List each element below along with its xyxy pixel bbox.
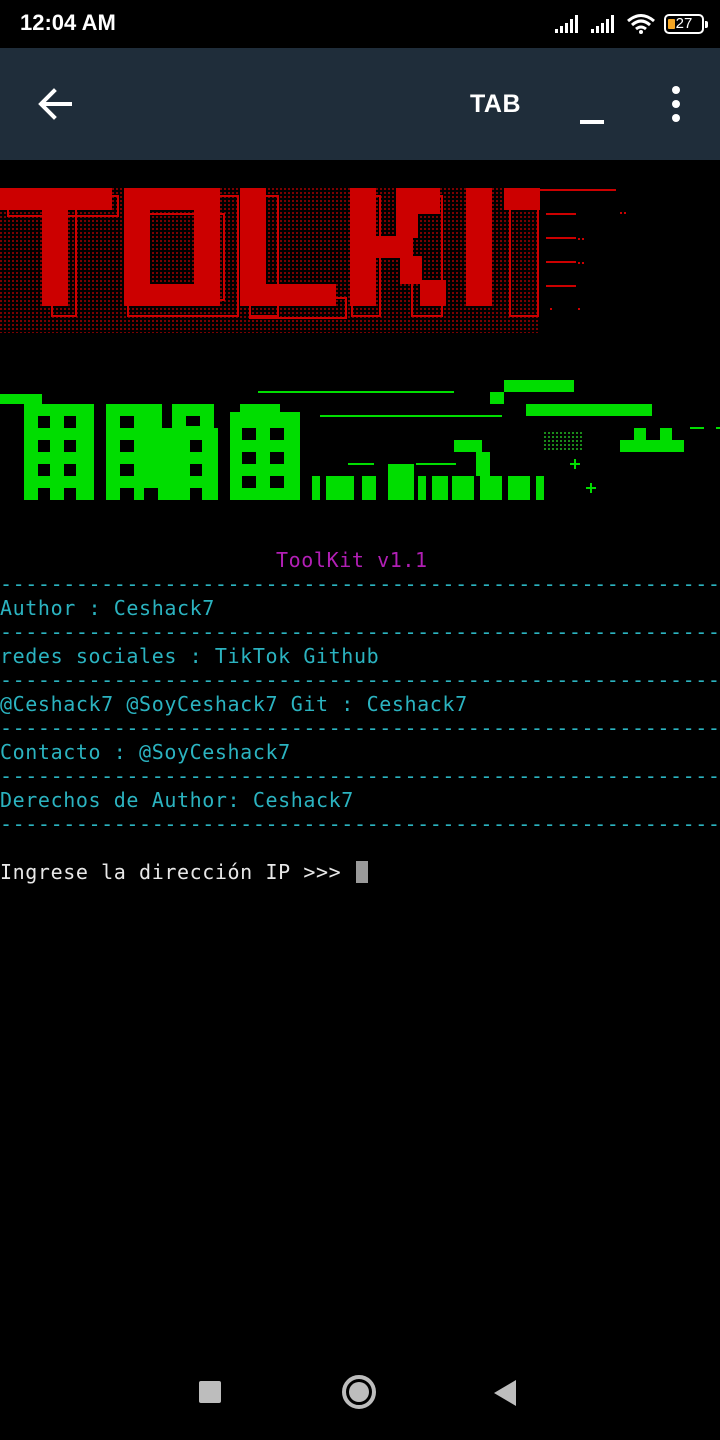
back-arrow-icon [38, 88, 72, 120]
separator-line: ----------------------------------------… [0, 764, 720, 788]
navigation-bar [0, 1340, 720, 1440]
ip-prompt[interactable]: Ingrese la dirección IP >>> [0, 860, 368, 884]
signal-icon [555, 15, 578, 33]
status-icons: 27 [554, 12, 708, 36]
minimize-button[interactable] [578, 112, 606, 124]
social-line: redes sociales : TikTok Github [0, 644, 380, 668]
separator-line: ----------------------------------------… [0, 812, 720, 836]
separator-line: ----------------------------------------… [0, 668, 720, 692]
rights-line: Derechos de Author: Ceshack7 [0, 788, 354, 812]
separator-line: ----------------------------------------… [0, 572, 720, 596]
contact-line: Contacto : @SoyCeshack7 [0, 740, 291, 764]
toolkit-title: ToolKit v1.1 [276, 548, 428, 572]
status-bar: 12:04 AM 27 [0, 0, 720, 48]
home-circle-icon[interactable] [342, 1375, 376, 1409]
ip-prompt-text: Ingrese la dirección IP >>> [0, 860, 354, 884]
separator-line: ----------------------------------------… [0, 716, 720, 740]
battery-level: 27 [675, 15, 693, 32]
back-triangle-icon[interactable] [494, 1380, 516, 1406]
signal-icon [591, 15, 614, 33]
recents-square-icon[interactable] [199, 1381, 221, 1403]
status-time: 12:04 AM [20, 10, 116, 35]
wifi-icon [627, 14, 655, 34]
battery-icon: 27 [664, 14, 708, 34]
back-button[interactable] [34, 84, 78, 124]
handles-line: @Ceshack7 @SoyCeshack7 Git : Ceshack7 [0, 692, 468, 716]
app-bar: TAB [0, 48, 720, 160]
ascii-banner [0, 188, 720, 500]
author-line: Author : Ceshack7 [0, 596, 215, 620]
terminal-view[interactable]: ToolKit v1.1 ---------------------------… [0, 160, 720, 1340]
tab-label[interactable]: TAB [470, 90, 521, 119]
terminal-cursor [355, 861, 368, 883]
more-options-button[interactable] [660, 86, 692, 122]
separator-line: ----------------------------------------… [0, 620, 720, 644]
